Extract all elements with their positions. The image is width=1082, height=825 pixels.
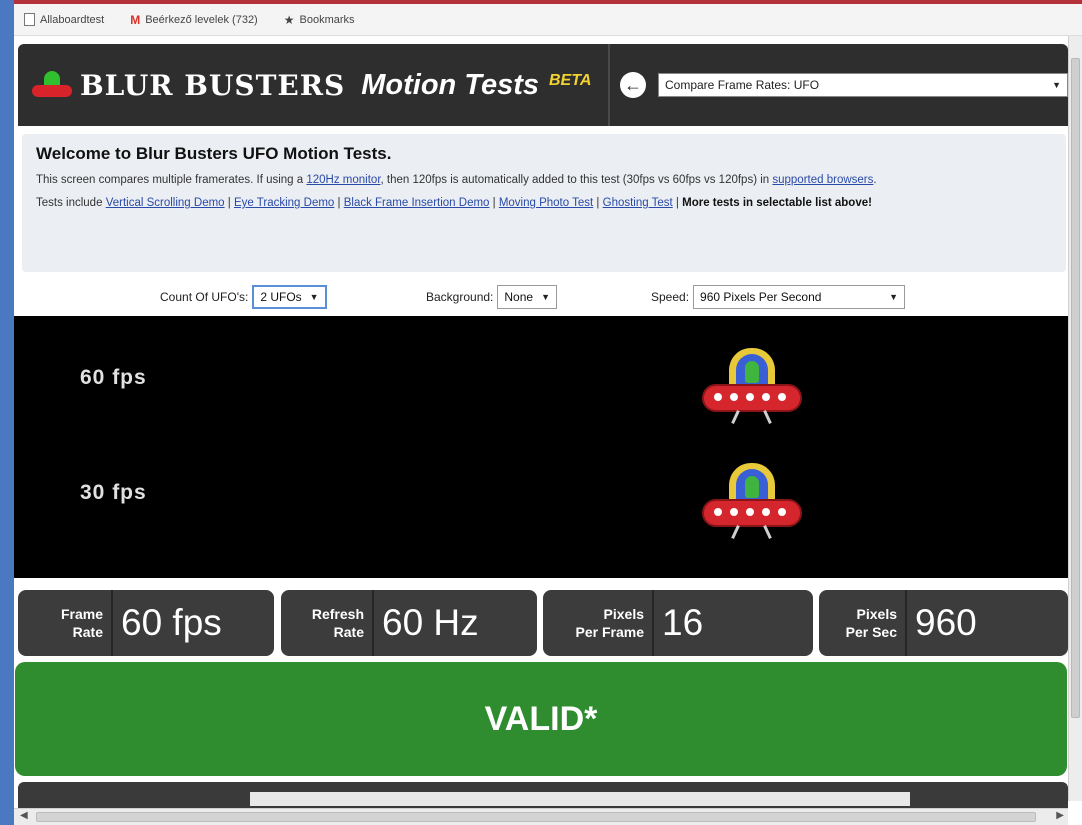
bookmark-label: Bookmarks: [299, 13, 355, 26]
intro-text: .: [873, 174, 877, 186]
ufo-animation-stage: 60 fps 30 fps: [14, 316, 1068, 578]
bookmark-allaboardtest[interactable]: Allaboardtest: [24, 13, 104, 26]
star-icon: ★: [283, 12, 295, 27]
brand-subtitle: Motion Tests: [361, 68, 539, 101]
separator: |: [334, 197, 344, 209]
link-vertical-scrolling-demo[interactable]: Vertical Scrolling Demo: [106, 197, 225, 209]
link-moving-photo-test[interactable]: Moving Photo Test: [499, 197, 593, 209]
site-header: BLUR BUSTERS Motion Tests BETA ← Compare…: [18, 44, 1068, 126]
speed-control: Speed: 960 Pixels Per Second ▼: [651, 285, 906, 309]
test-select-value: Compare Frame Rates: UFO: [665, 78, 820, 92]
chevron-down-icon: ▼: [1052, 80, 1061, 90]
background-select[interactable]: None ▼: [497, 285, 557, 309]
link-ghosting-test[interactable]: Ghosting Test: [603, 197, 673, 209]
footer-strip: [250, 792, 910, 806]
stat-value: 60 Hz: [382, 602, 479, 643]
ufo-logo-icon: [30, 65, 74, 105]
bookmark-gmail[interactable]: M Beérkező levelek (732): [130, 13, 258, 27]
ufo-count-label: Count Of UFO's:: [160, 290, 249, 304]
stat-value: 16: [662, 602, 704, 643]
fps-label-60: 60 fps: [80, 366, 147, 389]
separator: |: [593, 197, 603, 209]
gmail-icon: M: [130, 12, 141, 27]
speed-select[interactable]: 960 Pixels Per Second ▼: [693, 285, 906, 309]
vertical-scroll-thumb[interactable]: [1071, 58, 1080, 718]
speed-value: 960 Pixels Per Second: [700, 290, 822, 304]
tests-list: Tests include Vertical Scrolling Demo | …: [36, 195, 1052, 212]
brand-logo[interactable]: BLUR BUSTERS Motion Tests BETA: [18, 44, 608, 126]
chevron-down-icon: ▼: [541, 292, 550, 302]
fps-label-30: 30 fps: [80, 481, 147, 504]
stat-label: Refresh Rate: [281, 590, 374, 656]
bookmarks-bar: Allaboardtest M Beérkező levelek (732) ★…: [14, 4, 1082, 36]
separator: |: [489, 197, 499, 209]
link-120hz-monitor[interactable]: 120Hz monitor: [306, 174, 380, 186]
speed-label: Speed:: [651, 290, 690, 304]
scroll-right-icon[interactable]: ▶: [1056, 810, 1064, 821]
stat-refresh-rate: Refresh Rate 60 Hz: [281, 590, 537, 656]
back-arrow-icon[interactable]: ←: [620, 72, 646, 98]
intro-text: , then 120fps is automatically added to …: [380, 174, 773, 186]
more-tests-note: More tests in selectable list above!: [682, 197, 872, 209]
stat-value: 60 fps: [121, 602, 222, 643]
test-controls: Count Of UFO's: 2 UFOs ▼ Background: Non…: [14, 278, 1068, 316]
welcome-panel: Welcome to Blur Busters UFO Motion Tests…: [22, 134, 1066, 272]
ufo-sprite: [702, 463, 802, 541]
ufo-count-value: 2 UFOs: [260, 290, 302, 304]
ufo-count-select[interactable]: 2 UFOs ▼: [252, 285, 327, 309]
background-control: Background: None ▼: [426, 285, 557, 309]
chevron-down-icon: ▼: [889, 292, 899, 302]
chevron-down-icon: ▼: [309, 292, 319, 302]
test-select-dropdown[interactable]: Compare Frame Rates: UFO ▼: [658, 73, 1068, 97]
bookmark-label: Allaboardtest: [40, 13, 105, 26]
welcome-title: Welcome to Blur Busters UFO Motion Tests…: [36, 144, 392, 163]
link-eye-tracking-demo[interactable]: Eye Tracking Demo: [234, 197, 334, 209]
brand-name: BLUR BUSTERS: [80, 68, 346, 102]
window-left-edge: [0, 0, 14, 825]
scroll-left-icon[interactable]: ◀: [20, 810, 28, 821]
background-value: None: [504, 290, 534, 304]
test-nav: ← Compare Frame Rates: UFO ▼: [608, 44, 1068, 126]
welcome-intro: This screen compares multiple framerates…: [36, 172, 1052, 189]
background-label: Background:: [426, 290, 494, 304]
stat-pixels-per-sec: Pixels Per Sec 960: [819, 590, 1068, 656]
stat-value: 960: [915, 602, 977, 643]
tests-include-text: Tests include: [36, 197, 106, 209]
vertical-scrollbar[interactable]: [1068, 36, 1082, 801]
bookmark-bookmarks[interactable]: ★ Bookmarks: [284, 13, 355, 27]
stat-label: Pixels Per Frame: [543, 590, 654, 656]
horizontal-scrollbar[interactable]: ◀ ▶: [14, 808, 1068, 825]
doc-icon: [24, 13, 35, 26]
validity-status-banner: VALID*: [15, 662, 1067, 776]
stat-label: Frame Rate: [18, 590, 113, 656]
intro-text: This screen compares multiple framerates…: [36, 174, 307, 186]
separator: |: [224, 197, 234, 209]
stat-pixels-per-frame: Pixels Per Frame 16: [543, 590, 813, 656]
ufo-sprite: [702, 348, 802, 426]
ufo-count-control: Count Of UFO's: 2 UFOs ▼: [160, 285, 327, 309]
separator: |: [672, 197, 683, 209]
link-black-frame-insertion-demo[interactable]: Black Frame Insertion Demo: [344, 197, 490, 209]
bookmark-label: Beérkező levelek (732): [145, 13, 258, 26]
stat-label: Pixels Per Sec: [819, 590, 907, 656]
link-supported-browsers[interactable]: supported browsers: [772, 174, 873, 186]
horizontal-scroll-thumb[interactable]: [36, 812, 1036, 822]
stat-frame-rate: Frame Rate 60 fps: [18, 590, 274, 656]
beta-badge: BETA: [549, 72, 592, 89]
